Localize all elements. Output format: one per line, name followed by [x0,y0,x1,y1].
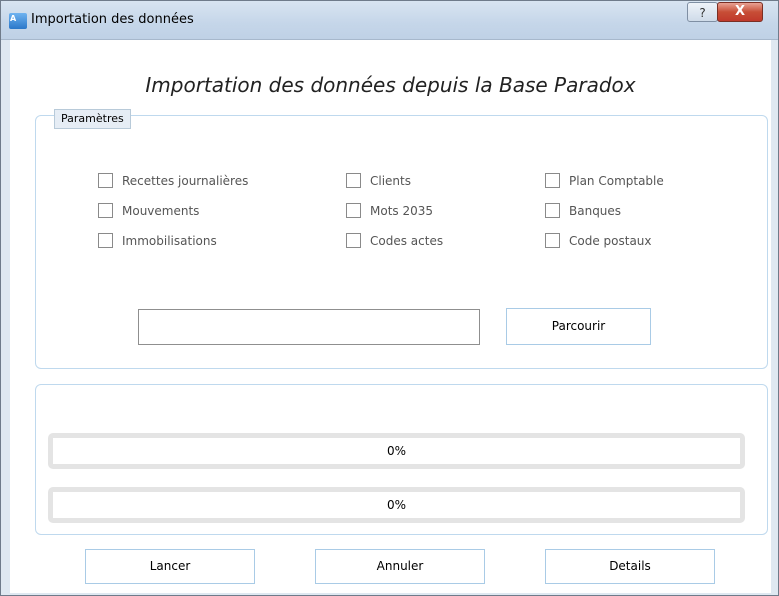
file-path-input[interactable] [138,309,480,345]
dialog-body: Importation des données depuis la Base P… [10,40,771,593]
checkbox-label: Codes actes [370,233,444,248]
checkbox-box[interactable] [545,203,560,218]
title-bar[interactable]: A Importation des données ? X [1,1,778,40]
browse-button[interactable]: Parcourir [506,308,651,345]
checkbox-box[interactable] [98,203,113,218]
checkbox-box[interactable] [545,233,560,248]
checkbox-label: Code postaux [569,233,652,248]
help-button[interactable]: ? [687,2,718,22]
start-button[interactable]: Lancer [85,549,255,584]
checkbox-mots-2035[interactable]: Mots 2035 [346,203,433,218]
progress-bar-primary: 0% [48,433,745,469]
app-icon: A [9,13,27,29]
checkbox-box[interactable] [98,233,113,248]
checkbox-label: Mots 2035 [370,203,434,218]
page-title: Importation des données depuis la Base P… [145,73,636,97]
checkbox-label: Mouvements [122,203,200,218]
import-dialog: A Importation des données ? X Importatio… [0,0,779,596]
checkbox-clients[interactable]: Clients [346,173,411,188]
checkbox-label: Immobilisations [122,233,217,248]
checkbox-box[interactable] [98,173,113,188]
checkbox-banques[interactable]: Banques [545,203,621,218]
window-title: Importation des données [31,12,194,27]
checkbox-code-postaux[interactable]: Code postaux [545,233,652,248]
close-button[interactable]: X [717,2,763,22]
checkbox-label: Recettes journalières [122,173,249,188]
checkbox-recettes-journalieres[interactable]: Recettes journalières [98,173,248,188]
checkbox-box[interactable] [346,233,361,248]
checkbox-mouvements[interactable]: Mouvements [98,203,199,218]
progress-bar-secondary: 0% [48,487,745,523]
parameters-legend: Paramètres [54,109,131,129]
checkbox-label: Clients [370,173,411,188]
checkbox-box[interactable] [346,173,361,188]
checkbox-label: Banques [569,203,622,218]
details-button[interactable]: Details [545,549,715,584]
checkbox-codes-actes[interactable]: Codes actes [346,233,443,248]
checkbox-label: Plan Comptable [569,173,664,188]
cancel-button[interactable]: Annuler [315,549,485,584]
checkbox-immobilisations[interactable]: Immobilisations [98,233,217,248]
checkbox-box[interactable] [545,173,560,188]
checkbox-box[interactable] [346,203,361,218]
checkbox-plan-comptable[interactable]: Plan Comptable [545,173,664,188]
